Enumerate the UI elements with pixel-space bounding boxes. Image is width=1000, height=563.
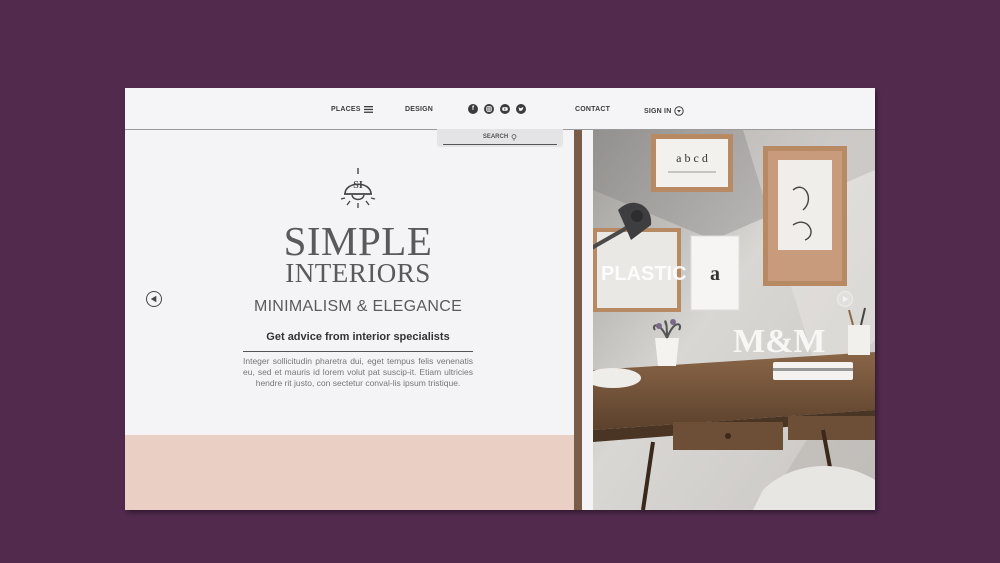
nav-sign-in[interactable]: SIGN IN xyxy=(644,106,685,116)
nav-contact-label: CONTACT xyxy=(575,106,611,113)
logo-monogram: SI xyxy=(353,180,363,191)
search-icon xyxy=(511,134,517,141)
social-links: f xyxy=(468,104,526,114)
nav-places[interactable]: PLACES xyxy=(331,106,373,113)
interior-photo: a b c d PLASTIC a M&M xyxy=(593,130,875,510)
nav-sign-in-label: SIGN IN xyxy=(644,107,672,115)
top-navigation: PLACES DESIGN f CONTACT SIGN IN xyxy=(125,88,875,130)
nav-places-label: PLACES xyxy=(331,106,361,113)
search-bar[interactable]: SEARCH xyxy=(437,129,563,147)
brand-title-line2: INTERIORS xyxy=(285,258,431,288)
brand-logo: SI xyxy=(340,168,376,223)
wood-divider xyxy=(574,130,582,510)
chevron-down-icon xyxy=(674,106,685,116)
nav-design[interactable]: DESIGN xyxy=(405,106,433,113)
arrow-left-icon xyxy=(150,295,157,303)
gap-divider xyxy=(582,130,593,510)
frame-abcd-text: a b c d xyxy=(676,151,708,165)
prev-arrow-button[interactable] xyxy=(146,291,162,307)
nav-design-label: DESIGN xyxy=(405,106,434,113)
lamp-logo-icon xyxy=(340,168,376,208)
desk-letters: M&M xyxy=(733,323,826,360)
brand-title-line1: SIMPLE xyxy=(283,218,433,264)
frame-a-letter: a xyxy=(710,263,720,285)
advice-heading: Get advice from interior specialists xyxy=(266,331,450,343)
twitter-icon[interactable] xyxy=(516,104,526,114)
instagram-icon[interactable] xyxy=(484,104,494,114)
heading-divider xyxy=(243,351,473,352)
menu-icon xyxy=(363,106,373,113)
svg-text:PLASTIC: PLASTIC xyxy=(601,263,687,285)
search-underline xyxy=(443,144,557,145)
body-paragraph: Integer sollicitudin pharetra dui, eget … xyxy=(243,356,473,388)
search-label: SEARCH xyxy=(482,134,509,140)
brand-tagline: MINIMALISM & ELEGANCE xyxy=(253,298,463,315)
youtube-icon[interactable] xyxy=(500,104,510,114)
facebook-icon[interactable]: f xyxy=(468,104,478,114)
landing-page: PLACES DESIGN f CONTACT SIGN IN SEARCH S… xyxy=(125,88,875,510)
workspace-illustration: a b c d PLASTIC a M&M xyxy=(593,130,875,510)
nav-contact[interactable]: CONTACT xyxy=(575,106,610,113)
pink-band xyxy=(125,435,575,510)
search-label-wrap: SEARCH xyxy=(437,134,563,141)
next-arrow-button[interactable] xyxy=(837,291,853,307)
arrow-right-icon xyxy=(842,295,849,303)
